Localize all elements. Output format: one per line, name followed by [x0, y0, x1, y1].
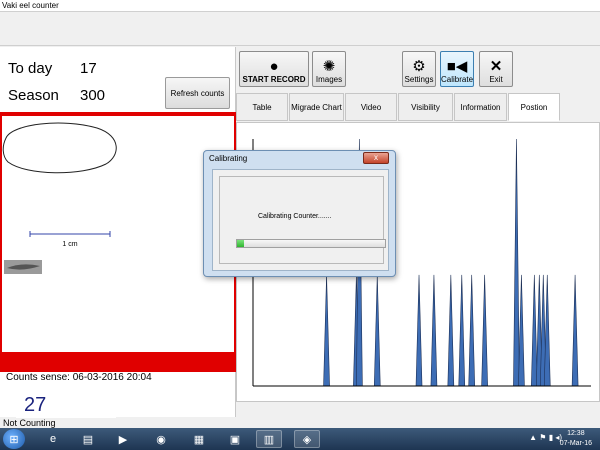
chart-spike — [513, 138, 520, 387]
current-count: 27 — [16, 392, 116, 418]
exit-button[interactable]: ✕ Exit — [479, 51, 513, 87]
record-dot-icon: ● — [269, 58, 279, 75]
chart-spike — [571, 274, 579, 387]
fish-outline — [2, 122, 117, 174]
dialog-content: Calibrating Counter....... — [219, 176, 386, 264]
ribbon-area — [0, 13, 600, 46]
dialog-body: Calibrating Counter....... — [212, 169, 389, 271]
scale-label: 1 cm — [62, 241, 77, 248]
exit-label: Exit — [489, 75, 503, 84]
calibrate-button[interactable]: ■◀ Calibrate — [440, 51, 474, 87]
start-record-label: START RECORD — [242, 75, 306, 84]
calibration-progress-bar — [236, 239, 386, 248]
dialog-title: Calibrating — [209, 154, 248, 163]
chart-spike — [468, 274, 476, 387]
fish-preview: 1 cm — [0, 112, 236, 372]
chart-spike — [430, 274, 438, 387]
close-icon: ✕ — [489, 58, 503, 75]
taskbar-app-icon[interactable]: ▣ — [222, 430, 248, 448]
chart-spike — [481, 274, 488, 387]
chart-spike — [323, 274, 330, 387]
today-label: To day — [8, 60, 53, 77]
start-button[interactable]: ⊞ — [3, 429, 25, 449]
taskbar-eel-counter-icon[interactable]: ◈ — [294, 430, 320, 448]
taskbar-chrome-icon[interactable]: ◉ — [148, 430, 174, 448]
fish-icon: ✺ — [322, 58, 336, 75]
status-text: Not Counting — [3, 418, 56, 428]
taskbar-explorer-icon[interactable]: ▤ — [75, 430, 101, 448]
today-value: 17 — [80, 60, 97, 77]
tab-visibility[interactable]: Visibility — [398, 93, 453, 121]
taskbar-clock[interactable]: 12:38 07-Mar-16 — [560, 429, 592, 449]
chart-spike — [518, 274, 525, 387]
window-titlebar: Vaki eel counter — [0, 0, 600, 12]
taskbar-ie-icon[interactable]: e — [40, 430, 66, 448]
calibrate-label: Calibrate — [441, 75, 474, 84]
images-button[interactable]: ✺ Images — [312, 51, 346, 87]
calibrating-dialog: Calibrating x Calibrating Counter....... — [203, 150, 396, 277]
chart-spike — [373, 274, 381, 387]
tab-table[interactable]: Table — [236, 93, 288, 121]
start-record-button[interactable]: ● START RECORD — [239, 51, 309, 87]
season-value: 300 — [80, 87, 106, 104]
chart-spike — [447, 274, 455, 387]
fish-preview-canvas: 1 cm — [2, 122, 117, 274]
gear-icon: ⚙ — [412, 58, 426, 75]
counts-panel: To day 17 Season 300 Refresh counts 1 cm… — [0, 47, 236, 418]
taskbar: ⊞ e ▤ ▶ ◉ ▦ ▣ ▥ ◈ ▲ ⚑ ▮ ◂) 12:38 07-Mar-… — [0, 428, 600, 450]
chart-spike — [415, 274, 423, 387]
dialog-close-button[interactable]: x — [363, 152, 389, 164]
clock-date: 07-Mar-16 — [559, 440, 592, 447]
images-label: Images — [315, 75, 343, 84]
calibrating-message: Calibrating Counter....... — [258, 213, 332, 220]
chart-spike — [531, 274, 538, 387]
system-tray[interactable]: ▲ ⚑ ▮ ◂) — [529, 433, 562, 442]
refresh-counts-button[interactable]: Refresh counts — [165, 77, 230, 109]
tab-postion[interactable]: Postion — [508, 93, 560, 121]
season-label: Season — [8, 87, 59, 104]
clock-time: 12:38 — [567, 430, 585, 437]
taskbar-network-app-icon[interactable]: ▥ — [256, 430, 282, 448]
progress-fill — [237, 240, 245, 247]
settings-label: Settings — [404, 75, 434, 84]
taskbar-media-icon[interactable]: ▶ — [110, 430, 136, 448]
window-title: Vaki eel counter — [2, 1, 59, 10]
taskbar-app-red-icon[interactable]: ▦ — [186, 430, 212, 448]
video-camera-icon: ■◀ — [446, 58, 468, 75]
tab-information[interactable]: Information — [454, 93, 507, 121]
chart-spike — [543, 274, 551, 387]
settings-button[interactable]: ⚙ Settings — [402, 51, 436, 87]
chart-spike — [458, 274, 466, 387]
tab-migrade-chart[interactable]: Migrade Chart — [289, 93, 344, 121]
counts-sense-text: Counts sense: 06-03-2016 20:04 — [6, 372, 152, 383]
tab-video[interactable]: Video — [345, 93, 397, 121]
